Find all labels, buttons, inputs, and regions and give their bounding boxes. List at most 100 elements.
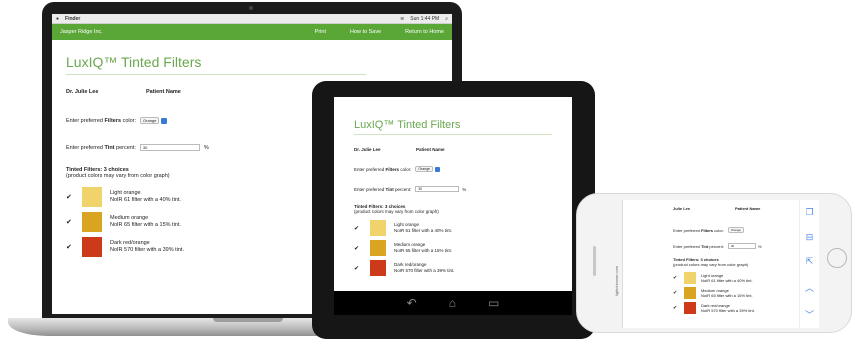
- phone-choice-list: ✔ Light orange NoIR 61 filter with a 40% …: [673, 272, 799, 314]
- choice-checkbox[interactable]: ✔: [66, 193, 74, 201]
- choice-desc: NoIR 61 filter with a 40% tint.: [110, 197, 181, 203]
- tablet-tint-bold: Tint: [385, 186, 394, 192]
- phone-choice-swatch: [684, 287, 696, 299]
- tablet-tint-prefix: Enter preferred: [354, 186, 385, 192]
- nav-print[interactable]: Print: [315, 29, 326, 35]
- tablet-choice-item: ✔ Medium orange NoIR 65 filter with a 15%…: [354, 240, 572, 256]
- select-arrow-icon[interactable]: [161, 117, 168, 124]
- menubar-clock[interactable]: Sun 1:44 PM: [410, 16, 439, 22]
- phone-home-button[interactable]: [827, 248, 847, 268]
- company-name[interactable]: Jasper Ridge Inc.: [60, 29, 291, 35]
- phone-choice-item: ✔ Medium orange NoIR 65 filter with a 15%…: [673, 287, 799, 299]
- tablet-doctor-name: Dr. Julie Lee: [354, 147, 381, 152]
- tablet-color-bold: Filters: [385, 166, 400, 172]
- tablet-choice-swatch: [370, 260, 386, 276]
- phone-tint-bold: Tint: [701, 243, 709, 249]
- phone-color-bold: Filters: [701, 227, 714, 233]
- choice-name: Dark red/orange: [110, 240, 150, 247]
- chevron-up-icon[interactable]: ︿: [805, 281, 814, 294]
- wifi-icon[interactable]: ≋: [400, 16, 404, 22]
- choice-name: Medium orange: [110, 215, 149, 222]
- tablet-color-prefix: Enter preferred: [354, 166, 385, 172]
- choice-name: Light orange: [110, 190, 141, 197]
- tablet-tint-input[interactable]: 30: [415, 186, 460, 192]
- patient-name-label: Patient Name: [146, 89, 181, 95]
- tablet-select-arrow-icon[interactable]: [435, 166, 441, 172]
- tablet-patient-label: Patient Name: [416, 147, 445, 152]
- apple-icon[interactable]: ●: [56, 16, 59, 22]
- nav-return-home[interactable]: Return to Home: [405, 29, 444, 35]
- search-icon[interactable]: ⌕: [445, 16, 448, 22]
- chevron-down-icon[interactable]: ﹀: [805, 308, 814, 321]
- phone-choice-item: ✔ Light orange NoIR 61 filter with a 40% …: [673, 272, 799, 284]
- page-title: LuxIQ™ Tinted Filters: [66, 54, 202, 70]
- phone-choice-checkbox[interactable]: ✔: [673, 275, 679, 281]
- phone-tint-input[interactable]: 30: [727, 243, 756, 249]
- app-header: Jasper Ridge Inc. Print How to Save Retu…: [52, 24, 452, 40]
- recents-icon[interactable]: ▭: [488, 296, 499, 310]
- choice-swatch: [82, 212, 102, 232]
- tablet-choices-note: (product colors may vary from color grap…: [354, 209, 439, 214]
- tint-input[interactable]: 30: [139, 144, 200, 151]
- tablet-choice-item: ✔ Light orange NoIR 61 filter with a 40% …: [354, 220, 572, 236]
- color-label-suffix: color:: [122, 117, 137, 124]
- color-select[interactable]: Orange: [140, 117, 160, 124]
- phone-toolbar: ❐ ⊟ ⇱ ︿ ﹀: [799, 200, 819, 328]
- title-divider: [66, 74, 366, 75]
- tablet-choice-desc: NoIR 65 filter with a 15% tint.: [394, 248, 453, 253]
- choice-checkbox[interactable]: ✔: [66, 218, 74, 226]
- bookmark-icon[interactable]: ⊟: [806, 232, 814, 243]
- menubar-app-name[interactable]: Finder: [65, 16, 80, 22]
- nav-how-to-save[interactable]: How to Save: [350, 29, 381, 35]
- tablet-choice-desc: NoIR 570 filter with a 39% tint.: [394, 268, 455, 273]
- phone-url[interactable]: lightchooser.com: [614, 266, 619, 296]
- phone-choice-desc: NoIR 65 filter with a 15% tint.: [701, 293, 753, 298]
- tablet-page-title: LuxIQ™ Tinted Filters: [354, 119, 461, 131]
- back-icon[interactable]: ↶: [407, 296, 417, 310]
- tablet-choice-checkbox[interactable]: ✔: [354, 245, 362, 252]
- tablet-color-suffix: color:: [400, 166, 412, 172]
- home-icon[interactable]: ⌂: [449, 296, 456, 310]
- phone-url-bar[interactable]: lightchooser.com: [609, 200, 623, 328]
- doctor-name: Dr. Julie Lee: [66, 89, 99, 95]
- phone-color-select[interactable]: Orange: [727, 227, 744, 233]
- tablet-choice-desc: NoIR 61 filter with a 40% tint.: [394, 228, 453, 233]
- tint-label-suffix: percent:: [116, 144, 136, 151]
- tint-label-prefix: Enter preferred: [66, 144, 103, 151]
- tablet-color-select[interactable]: Orange: [415, 166, 434, 172]
- choice-swatch: [82, 237, 102, 257]
- tablet-choice-swatch: [370, 240, 386, 256]
- tablet-choice-item: ✔ Dark red/orange NoIR 570 filter with a …: [354, 260, 572, 276]
- phone-speaker: [593, 246, 596, 276]
- tablet-nav-bar: ↶ ⌂ ▭: [334, 291, 572, 315]
- phone-screen: lightchooser.com Julie Lee Patient Name …: [609, 200, 819, 328]
- phone-choice-checkbox[interactable]: ✔: [673, 305, 679, 311]
- share-icon[interactable]: ⇱: [806, 256, 814, 267]
- color-label-prefix: Enter preferred: [66, 117, 103, 124]
- tablet-title-divider: [354, 134, 552, 135]
- tablet-screen: LuxIQ™ Tinted Filters Dr. Julie Lee Pati…: [334, 97, 572, 291]
- phone-content: Julie Lee Patient Name Enter preferred F…: [623, 200, 799, 328]
- tablet-device: LuxIQ™ Tinted Filters Dr. Julie Lee Pati…: [312, 81, 595, 339]
- phone-color-suffix: color:: [714, 227, 724, 233]
- phone-tint-suffix: percent:: [709, 243, 724, 249]
- phone-color-prefix: Enter preferred: [673, 227, 700, 233]
- tint-label-bold: Tint: [104, 144, 115, 151]
- phone-percent-sign: %: [757, 243, 762, 249]
- phone-tint-prefix: Enter preferred: [673, 243, 700, 249]
- choice-desc: NoIR 570 filter with a 39% tint.: [110, 247, 184, 253]
- tablet-choice-swatch: [370, 220, 386, 236]
- tablet-choice-list: ✔ Light orange NoIR 61 filter with a 40% …: [354, 220, 572, 276]
- laptop-notch: [213, 318, 283, 322]
- phone-choice-desc: NoIR 570 filter with a 39% tint.: [701, 308, 755, 313]
- mac-menubar: ● Finder ≋ Sun 1:44 PM ⌕: [52, 14, 452, 24]
- choice-checkbox[interactable]: ✔: [66, 243, 74, 251]
- phone-device: lightchooser.com Julie Lee Patient Name …: [576, 193, 852, 333]
- tablet-choice-checkbox[interactable]: ✔: [354, 265, 362, 272]
- copy-icon[interactable]: ❐: [805, 207, 813, 218]
- phone-patient-label: Patient Name: [735, 206, 761, 211]
- choice-desc: NoIR 65 filter with a 15% tint.: [110, 222, 181, 228]
- tablet-choice-checkbox[interactable]: ✔: [354, 225, 362, 232]
- tablet-percent-sign: %: [462, 186, 467, 192]
- phone-choice-checkbox[interactable]: ✔: [673, 290, 679, 296]
